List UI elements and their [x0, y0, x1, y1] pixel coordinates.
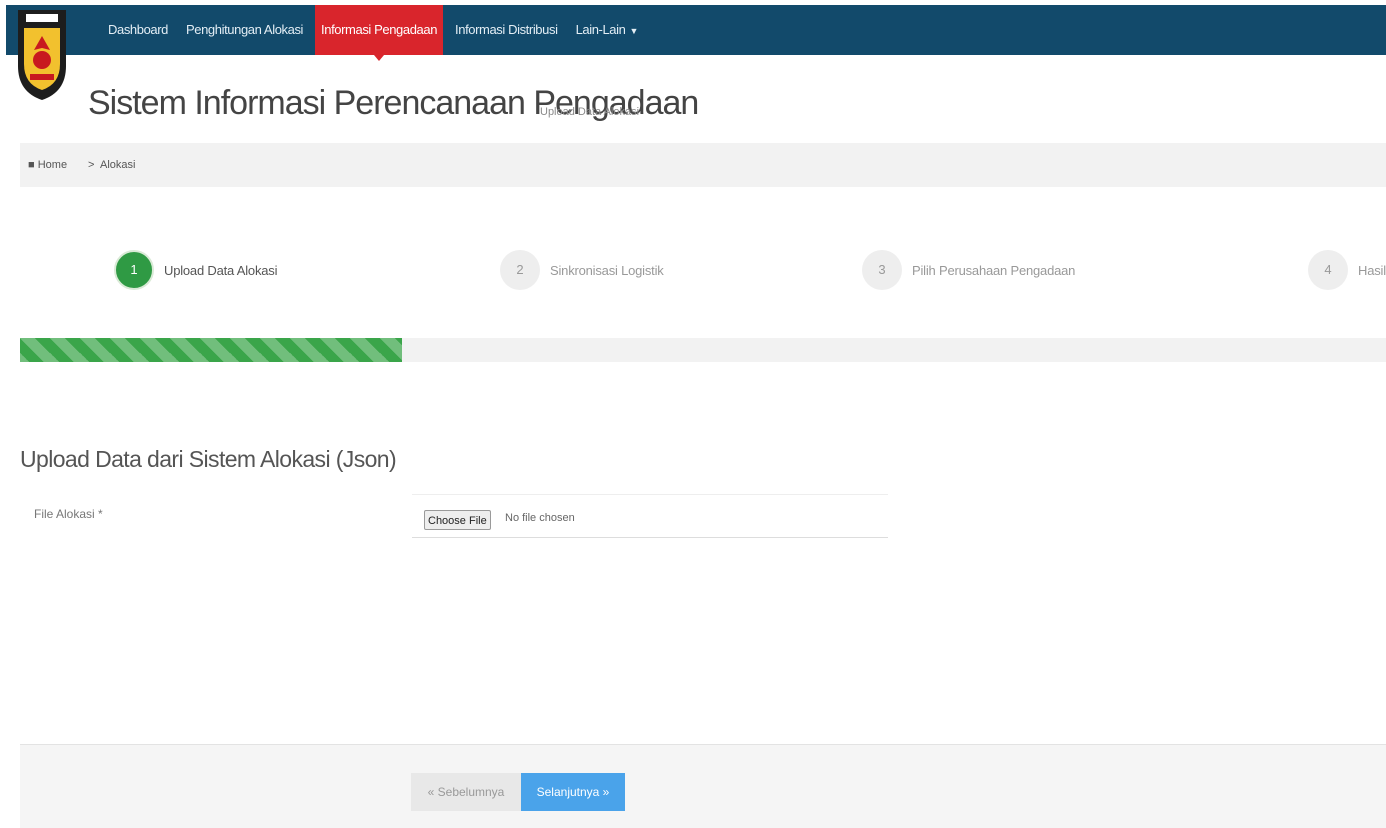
- wizard-progress-bar: [20, 338, 1386, 362]
- top-navbar: Dashboard Penghitungan Alokasi Informasi…: [6, 5, 1386, 61]
- step-label: Sinkronisasi Logistik: [550, 262, 664, 278]
- nav-item-label: Informasi Pengadaan: [321, 22, 438, 37]
- page-subtitle: Upload Data Alokasi: [540, 106, 640, 118]
- step-number: 2: [500, 250, 540, 290]
- kpu-garuda-emblem-icon: [18, 10, 66, 100]
- choose-file-button[interactable]: Choose File: [424, 510, 491, 530]
- nav-item-label: Lain-Lain: [575, 22, 626, 37]
- progress-fill: [20, 338, 403, 362]
- no-file-chosen-text: No file chosen: [505, 512, 575, 524]
- nav-menu: Dashboard Penghitungan Alokasi Informasi…: [102, 5, 650, 61]
- wizard-step-3[interactable]: 3 Pilih Perusahaan Pengadaan: [862, 246, 1075, 294]
- file-alokasi-input: Choose File No file chosen: [412, 494, 888, 538]
- nav-item-label: Penghitungan Alokasi: [186, 22, 304, 37]
- wizard-step-2[interactable]: 2 Sinkronisasi Logistik: [500, 246, 664, 294]
- step-label: Hasil: [1358, 262, 1386, 278]
- breadcrumb-separator: >: [88, 159, 95, 171]
- breadcrumb-home-label: Home: [37, 159, 68, 171]
- chevron-down-icon: ▼: [629, 26, 638, 36]
- wizard-step-1[interactable]: 1 Upload Data Alokasi: [114, 246, 277, 294]
- breadcrumb-home-link[interactable]: ■ Home: [28, 143, 67, 187]
- nav-item-label: Informasi Distribusi: [455, 22, 558, 37]
- step-number: 4: [1308, 250, 1348, 290]
- breadcrumb: ■ Home > Alokasi: [20, 143, 1386, 187]
- nav-item-informasi-distribusi[interactable]: Informasi Distribusi: [449, 5, 564, 55]
- next-button[interactable]: Selanjutnya »: [521, 773, 625, 811]
- step-number: 1: [114, 250, 154, 290]
- step-number: 3: [862, 250, 902, 290]
- file-alokasi-label: File Alokasi *: [34, 507, 103, 521]
- step-label: Upload Data Alokasi: [164, 262, 278, 278]
- nav-item-penghitungan-alokasi[interactable]: Penghitungan Alokasi: [180, 5, 309, 55]
- nav-item-lain-lain-dropdown[interactable]: Lain-Lain ▼: [570, 5, 644, 55]
- previous-button[interactable]: « Sebelumnya: [411, 773, 521, 811]
- section-title: Upload Data dari Sistem Alokasi (Json): [20, 446, 397, 472]
- home-icon: ■: [28, 159, 35, 171]
- breadcrumb-current: Alokasi: [100, 159, 136, 171]
- nav-item-label: Dashboard: [108, 22, 168, 37]
- wizard-footer: « Sebelumnya Selanjutnya »: [20, 744, 1386, 828]
- nav-item-dashboard[interactable]: Dashboard: [102, 5, 174, 55]
- nav-item-informasi-pengadaan[interactable]: Informasi Pengadaan: [315, 5, 444, 61]
- wizard-step-4[interactable]: 4 Hasil: [1308, 246, 1386, 294]
- step-label: Pilih Perusahaan Pengadaan: [912, 262, 1076, 278]
